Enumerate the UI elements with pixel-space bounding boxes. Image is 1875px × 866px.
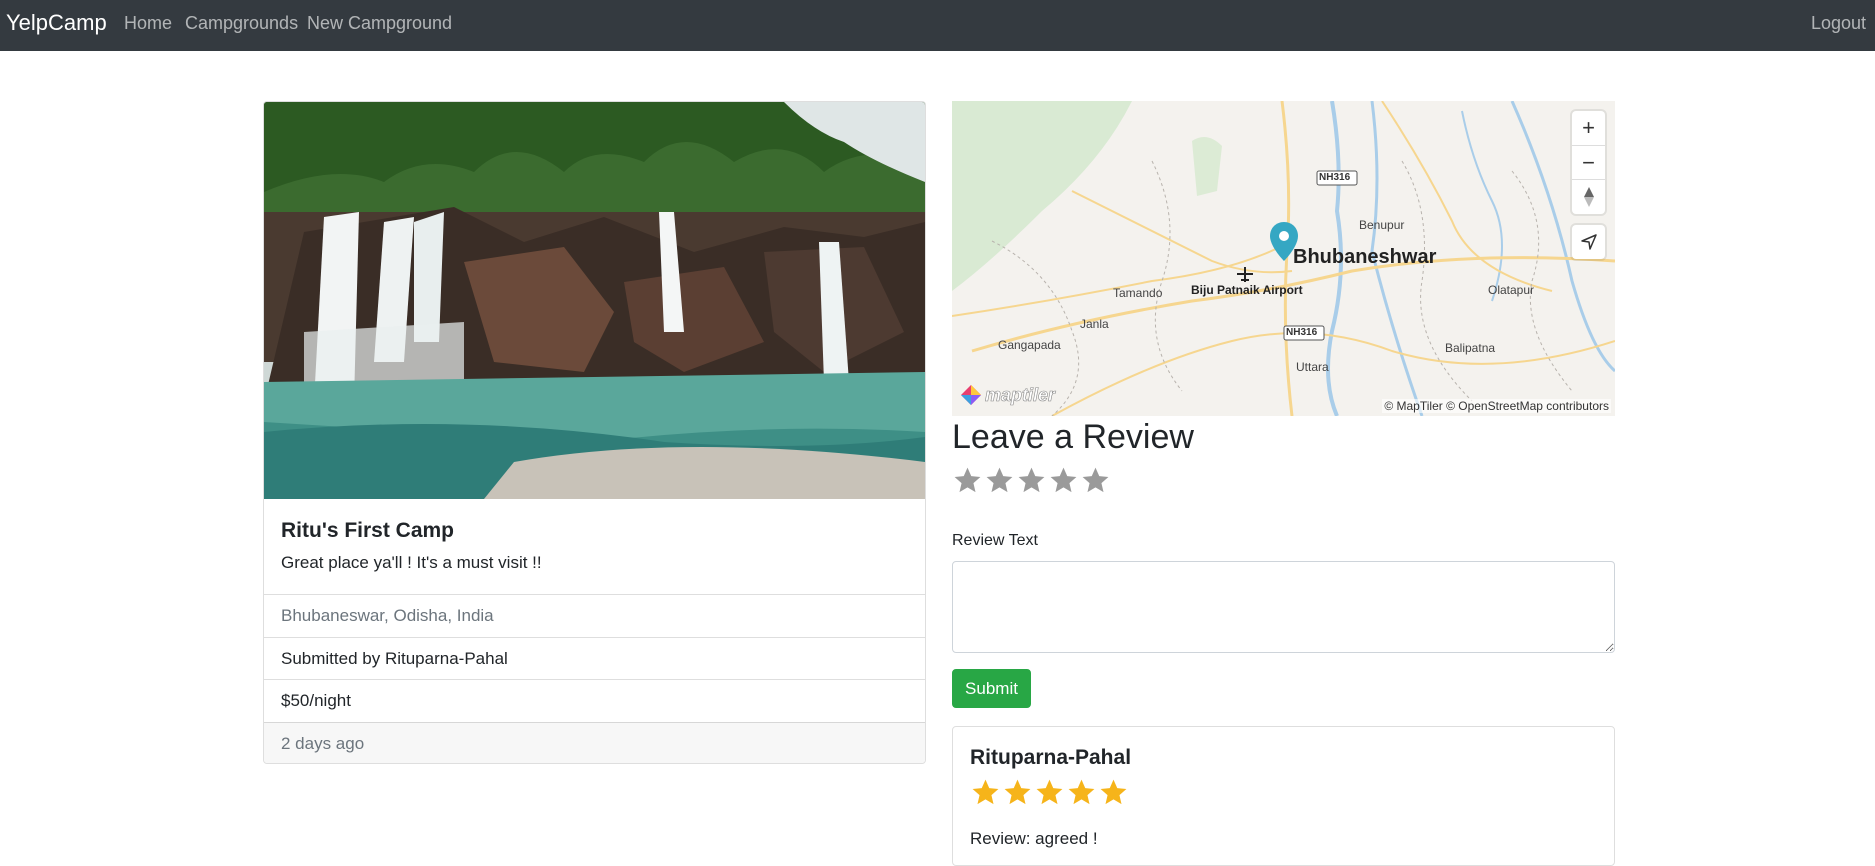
rating-input — [952, 465, 1111, 496]
map-place-label: Uttara — [1296, 360, 1329, 374]
map-place-label: Gangapada — [998, 338, 1061, 352]
logout-link[interactable]: Logout — [1811, 13, 1866, 34]
zoom-out-icon[interactable]: − — [1572, 145, 1605, 179]
map-attribution[interactable]: © MapTiler © OpenStreetMap contributors — [1382, 399, 1611, 413]
review-body: Review: agreed ! — [970, 829, 1098, 848]
review-textarea[interactable] — [952, 561, 1615, 653]
posted-time: 2 days ago — [264, 722, 925, 763]
star-filled-icon — [1100, 779, 1127, 805]
maptiler-logo-text: maptiler — [985, 384, 1056, 405]
maptiler-logo-icon — [961, 385, 981, 405]
star-icon[interactable] — [952, 465, 983, 496]
brand-link[interactable]: YelpCamp — [6, 10, 107, 36]
submit-button[interactable]: Submit — [952, 669, 1031, 708]
campground-price: $50/night — [264, 679, 925, 722]
campground-card: Ritu's First Camp Great place ya'll ! It… — [263, 101, 926, 764]
map-place-label: Tamando — [1113, 286, 1163, 300]
star-filled-icon — [1068, 779, 1095, 805]
card-body: Ritu's First Camp Great place ya'll ! It… — [264, 499, 925, 594]
review-card: Rituparna-Pahal Review: agreed ! — [952, 726, 1615, 866]
map-road-label: NH316 — [1319, 172, 1351, 183]
map-road-label: NH316 — [1286, 327, 1318, 338]
maptiler-logo[interactable]: maptiler — [960, 384, 1055, 406]
geolocate-control — [1572, 225, 1605, 259]
campground-author: Submitted by Rituparna-Pahal — [264, 637, 925, 680]
map-place-label: Balipatna — [1445, 341, 1496, 355]
star-icon[interactable] — [1048, 465, 1079, 496]
nav-campgrounds-link[interactable]: Campgrounds — [185, 13, 298, 34]
star-icon[interactable] — [1016, 465, 1047, 496]
review-author: Rituparna-Pahal — [970, 746, 1132, 769]
geolocate-icon[interactable] — [1572, 225, 1605, 259]
nav-new-campground-link[interactable]: New Campground — [307, 13, 452, 34]
map-city-label: Bhubaneshwar — [1293, 246, 1437, 268]
campground-location: Bhubaneswar, Odisha, India — [264, 594, 925, 637]
zoom-in-icon[interactable]: + — [1572, 111, 1605, 145]
map-place-label: Benupur — [1359, 218, 1405, 232]
star-filled-icon — [1004, 779, 1031, 805]
star-icon[interactable] — [1080, 465, 1111, 496]
map[interactable]: NH316 NH316 Bhubaneshwar Tamando Biju Pa… — [952, 101, 1615, 416]
review-heading: Leave a Review — [952, 418, 1194, 456]
map-airport-label: Biju Patnaik Airport — [1191, 283, 1303, 297]
navbar: YelpCamp Home Campgrounds New Campground… — [0, 0, 1875, 51]
map-place-label: Janla — [1080, 317, 1109, 331]
star-icon[interactable] — [984, 465, 1015, 496]
map-zoom-controls: + − — [1572, 111, 1605, 214]
map-place-label: Olatapur — [1488, 283, 1535, 297]
campground-title: Ritu's First Camp — [281, 519, 455, 542]
star-filled-icon — [972, 779, 999, 805]
review-rating — [970, 777, 1129, 808]
nav-home-link[interactable]: Home — [124, 13, 172, 34]
review-text-label: Review Text — [952, 532, 1038, 549]
campground-description: Great place ya'll ! It's a must visit !! — [281, 553, 542, 572]
star-filled-icon — [1036, 779, 1063, 805]
compass-icon[interactable] — [1572, 179, 1605, 213]
campground-image — [264, 102, 925, 499]
